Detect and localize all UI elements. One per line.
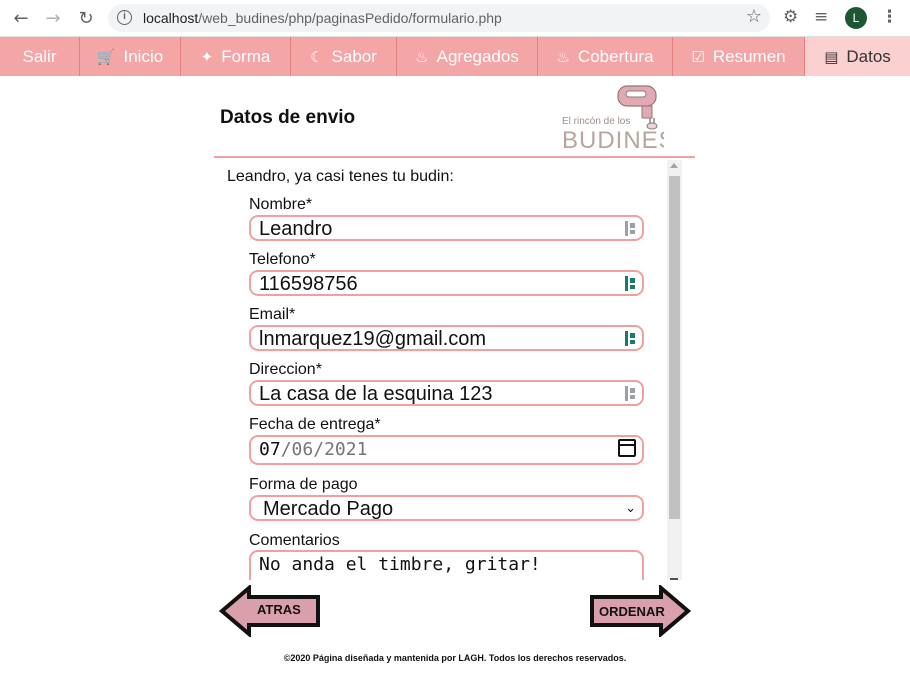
- footer-copyright: ©2020 Página diseñada y mantenida por LA…: [283, 653, 627, 663]
- password-manager-icon[interactable]: [625, 276, 636, 291]
- nombre-value: Leandro: [259, 218, 333, 240]
- nav-item-sabor[interactable]: ☾ Sabor: [291, 37, 397, 76]
- fecha-value: 07/06/2021: [259, 439, 368, 460]
- nombre-input[interactable]: Leandro: [249, 215, 644, 241]
- fecha-year[interactable]: 2021: [324, 439, 367, 460]
- fecha-day[interactable]: 07: [259, 439, 281, 460]
- nav-item-inicio[interactable]: 🛒 Inicio: [80, 37, 181, 76]
- back-arrow-icon[interactable]: ←: [9, 6, 33, 30]
- forward-arrow-icon[interactable]: →: [41, 6, 65, 30]
- extensions-puzzle-icon[interactable]: ⚙: [783, 7, 798, 27]
- document-icon: ▤: [824, 47, 839, 66]
- info-icon[interactable]: i: [117, 10, 132, 25]
- url-path: /web_budines/php/paginasPedido/formulari…: [198, 10, 502, 26]
- form-intro: Leandro, ya casi tenes tu budin:: [227, 168, 454, 185]
- browser-toolbar: ← → ↻ i localhost/web_budines/php/pagina…: [0, 0, 910, 37]
- nav-label: Salir: [22, 46, 57, 66]
- ordenar-label: ORDENAR: [599, 604, 665, 619]
- telefono-label: Telefono*: [249, 251, 316, 268]
- nav-item-salir[interactable]: Salir: [0, 37, 80, 76]
- nav-item-resumen[interactable]: ☑ Resumen: [673, 37, 805, 76]
- reading-list-icon[interactable]: ≡: [814, 7, 828, 27]
- pago-value: Mercado Pago: [263, 498, 394, 520]
- logo-tagline: El rincón de los: [562, 116, 630, 127]
- profile-avatar[interactable]: L: [845, 7, 867, 29]
- url-host: localhost: [143, 10, 199, 26]
- nav-label: Sabor: [331, 46, 377, 66]
- cake-icon: ♨: [556, 47, 570, 66]
- password-manager-icon[interactable]: [625, 221, 636, 236]
- direccion-value: La casa de la esquina 123: [259, 383, 493, 405]
- nav-label: Datos: [846, 46, 891, 66]
- pago-select[interactable]: Mercado Pago ⌄: [249, 495, 644, 521]
- chevron-down-icon: ⌄: [625, 501, 636, 516]
- telefono-input[interactable]: 116598756: [249, 270, 644, 296]
- nav-label: Cobertura: [577, 46, 654, 66]
- scroll-down-arrow-icon[interactable]: [670, 578, 678, 580]
- telefono-value: 116598756: [259, 273, 358, 295]
- nav-item-agregados[interactable]: ♨ Agregados: [397, 37, 538, 76]
- nav-item-cobertura[interactable]: ♨ Cobertura: [538, 37, 673, 76]
- reload-icon[interactable]: ↻: [74, 6, 98, 30]
- clipboard-check-icon: ☑: [691, 47, 705, 66]
- atras-button[interactable]: ATRAS: [218, 583, 321, 639]
- url-text[interactable]: localhost/web_budines/php/paginasPedido/…: [143, 10, 502, 26]
- logo-wordmark: BUDINES: [562, 127, 664, 152]
- nav-label: Agregados: [436, 46, 519, 66]
- email-label: Email*: [249, 306, 296, 323]
- nav-item-datos[interactable]: ▤ Datos: [805, 37, 910, 76]
- shipping-form: Leandro, ya casi tenes tu budin: Nombre*…: [214, 158, 684, 580]
- ordenar-button[interactable]: ORDENAR: [589, 583, 692, 639]
- scroll-thumb[interactable]: [669, 176, 680, 519]
- magic-wand-icon: ✦: [200, 47, 214, 66]
- nav-label: Resumen: [712, 46, 786, 66]
- password-manager-icon[interactable]: [625, 331, 636, 346]
- calendar-icon[interactable]: [618, 439, 636, 457]
- nav-label: Forma: [221, 46, 271, 66]
- direccion-input[interactable]: La casa de la esquina 123: [249, 380, 644, 406]
- menu-kebab-icon[interactable]: ⋮: [881, 7, 898, 27]
- comentarios-value: No anda el timbre, gritar!: [259, 554, 541, 575]
- bookmark-star-icon[interactable]: ☆: [746, 6, 762, 27]
- cart-icon: 🛒: [96, 47, 116, 66]
- email-value: lnmarquez19@gmail.com: [259, 328, 487, 350]
- fecha-label: Fecha de entrega*: [249, 416, 381, 433]
- pago-label: Forma de pago: [249, 476, 358, 493]
- nav-label: Inicio: [123, 46, 164, 66]
- direccion-label: Direccion*: [249, 361, 322, 378]
- comentarios-textarea[interactable]: No anda el timbre, gritar!: [249, 550, 644, 580]
- nav-item-forma[interactable]: ✦ Forma: [181, 37, 291, 76]
- fire-icon: ♨: [415, 47, 429, 66]
- password-manager-icon[interactable]: [625, 386, 636, 401]
- main-nav: Salir 🛒 Inicio ✦ Forma ☾ Sabor ♨ Agregad…: [0, 37, 910, 76]
- form-scrollbar[interactable]: [667, 160, 682, 580]
- atras-label: ATRAS: [257, 602, 301, 617]
- budines-logo: El rincón de los BUDINES: [562, 85, 664, 152]
- email-input[interactable]: lnmarquez19@gmail.com: [249, 325, 644, 351]
- fecha-input[interactable]: 07/06/2021: [249, 435, 644, 465]
- page-title: Datos de envio: [220, 107, 356, 128]
- nombre-label: Nombre*: [249, 196, 313, 213]
- fecha-month[interactable]: 06: [292, 439, 314, 460]
- cookie-icon: ☾: [310, 47, 324, 66]
- scroll-up-arrow-icon[interactable]: [670, 163, 678, 168]
- address-bar[interactable]: i localhost/web_budines/php/paginasPedid…: [108, 4, 770, 32]
- comentarios-label: Comentarios: [249, 532, 340, 549]
